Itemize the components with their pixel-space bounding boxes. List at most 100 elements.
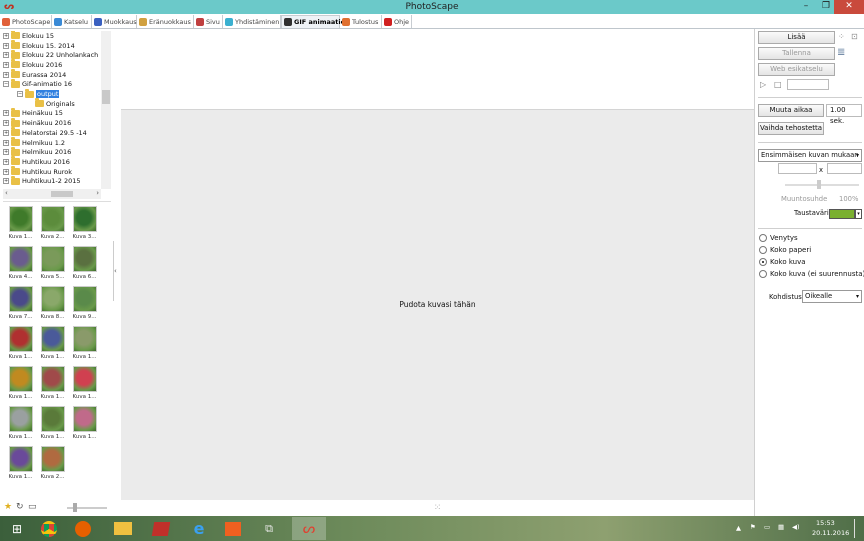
ratio-slider[interactable]	[785, 184, 859, 186]
file-explorer-icon[interactable]	[108, 517, 138, 540]
tree-horizontal-scrollbar[interactable]: ‹ ›	[3, 189, 101, 199]
photo-thumbnail[interactable]: Kuva 1...	[5, 446, 36, 486]
color-dropdown-icon[interactable]: ▾	[855, 209, 862, 219]
internet-explorer-icon[interactable]: e	[184, 517, 214, 540]
expand-icon[interactable]: +	[3, 120, 9, 127]
tab-photoscape[interactable]: PhotoScape	[0, 15, 52, 28]
tab-katselu[interactable]: Katselu	[52, 15, 92, 28]
photo-thumbnail[interactable]: Kuva 5...	[37, 246, 68, 286]
ratio-slider-knob[interactable]	[817, 180, 821, 189]
photo-thumbnail[interactable]: Kuva 1...	[37, 366, 68, 406]
photo-thumbnail[interactable]: Kuva 1...	[5, 206, 36, 246]
tab-tulostus[interactable]: Tulostus	[340, 15, 382, 28]
list-icon[interactable]: ≣	[837, 47, 845, 58]
photo-thumbnail[interactable]: Kuva 1...	[69, 326, 100, 366]
photo-thumbnail[interactable]: Kuva 7...	[5, 286, 36, 326]
tray-up-icon[interactable]: ▲	[736, 524, 741, 532]
expand-icon[interactable]: +	[3, 168, 9, 175]
close-button[interactable]: ✕	[834, 0, 864, 14]
tree-hscroll-thumb[interactable]	[51, 191, 73, 197]
photo-thumbnail[interactable]: Kuva 2...	[37, 206, 68, 246]
start-button[interactable]: ⊞	[2, 517, 32, 540]
tab-muokkaus[interactable]: Muokkaus	[92, 15, 137, 28]
tree-item[interactable]: + Heinäkuu 15	[3, 107, 63, 119]
expand-icon[interactable]: +	[3, 129, 9, 136]
canvas-size-select[interactable]: Ensimmäisen kuvan mukaan ▾	[758, 149, 862, 162]
photoscape-app-icon[interactable]: ᔕ	[4, 2, 14, 12]
volume-icon[interactable]: ◀)	[792, 523, 800, 531]
delete-icon[interactable]: ⊡	[851, 32, 858, 41]
photo-thumbnail[interactable]: Kuva 8...	[37, 286, 68, 326]
minimize-button[interactable]: –	[796, 0, 816, 14]
clock-time[interactable]: 15:53	[816, 519, 835, 527]
photo-thumbnail[interactable]: Kuva 1...	[37, 406, 68, 446]
radio-dot[interactable]	[759, 270, 767, 278]
tab-gif-animaatio[interactable]: GIF animaatio	[281, 15, 345, 28]
tree-item[interactable]: + Huhtikuu1-2 2015	[3, 175, 81, 187]
play-icon[interactable]: ▷	[760, 80, 766, 89]
slider-knob[interactable]	[73, 503, 77, 512]
photo-thumbnail[interactable]: Kuva 1...	[69, 366, 100, 406]
tree-item[interactable]: + Helmikuu 1.2	[3, 137, 65, 148]
clock-date[interactable]: 20.11.2016	[812, 529, 849, 537]
photo-thumbnail[interactable]: Kuva 1...	[5, 326, 36, 366]
flag-icon[interactable]: ⚑	[750, 523, 756, 531]
tree-item[interactable]: + Elokuu 15. 2014	[3, 40, 75, 51]
photos-icon[interactable]: ⧉	[254, 517, 284, 540]
fit-mode-radio[interactable]: Koko kuva (ei suurennusta)	[759, 270, 864, 278]
network-icon[interactable]: ▦	[778, 523, 784, 531]
expand-icon[interactable]: +	[3, 139, 9, 146]
stop-icon[interactable]: □	[774, 80, 782, 89]
photo-thumbnail[interactable]: Kuva 9...	[69, 286, 100, 326]
background-color-swatch[interactable]	[829, 209, 855, 219]
time-value-field[interactable]: 1.00 sek.	[826, 104, 862, 125]
fit-mode-radio[interactable]: Venytys	[759, 234, 798, 242]
add-button[interactable]: Lisää	[758, 31, 835, 44]
folder-icon[interactable]: ▭	[28, 502, 37, 512]
tab-yhdistäminen[interactable]: Yhdistäminen	[223, 15, 281, 28]
expand-icon[interactable]: +	[3, 61, 9, 68]
fit-mode-radio[interactable]: Koko kuva	[759, 258, 806, 266]
radio-dot[interactable]	[759, 258, 767, 266]
star-icon[interactable]: ★	[4, 502, 12, 512]
radio-dot[interactable]	[759, 246, 767, 254]
web-preview-button[interactable]: Web esikatselu	[758, 63, 835, 76]
photo-thumbnail[interactable]: Kuva 3...	[69, 206, 100, 246]
expand-icon[interactable]: +	[3, 32, 9, 39]
expand-icon[interactable]: +	[3, 158, 9, 165]
alignment-select[interactable]: Oikealle ▾	[802, 290, 862, 303]
expand-icon[interactable]: +	[3, 52, 9, 59]
photo-thumbnail[interactable]: Kuva 2...	[37, 446, 68, 486]
rotate-icon[interactable]: ↻	[16, 502, 24, 512]
tree-scroll-thumb[interactable]	[102, 90, 110, 104]
expand-icon[interactable]: +	[3, 110, 9, 117]
photo-thumbnail[interactable]: Kuva 6...	[69, 246, 100, 286]
collapse-icon[interactable]: −	[3, 81, 9, 88]
frame-counter-field[interactable]	[787, 79, 829, 90]
media-player-icon[interactable]	[218, 517, 248, 540]
tree-item[interactable]: + Elokuu 22 Unholankach	[3, 49, 98, 60]
drop-zone[interactable]: Pudota kuvasi tähän	[121, 109, 754, 500]
save-button[interactable]: Tallenna	[758, 47, 835, 60]
expand-icon[interactable]: +	[3, 71, 9, 78]
width-field[interactable]	[778, 163, 817, 174]
photo-thumbnail[interactable]: Kuva 1...	[5, 406, 36, 446]
fit-mode-radio[interactable]: Koko paperi	[759, 246, 811, 254]
change-time-button[interactable]: Muuta aikaa	[758, 104, 824, 117]
tree-vertical-scrollbar[interactable]	[101, 31, 111, 189]
collapse-panel-handle[interactable]: ‹	[113, 241, 119, 301]
photoscape-taskbar-icon[interactable]: ᔕ	[292, 517, 326, 540]
firefox-icon[interactable]	[68, 517, 98, 540]
tree-item[interactable]: − Gif-animatio 16	[3, 78, 72, 90]
photo-thumbnail[interactable]: Kuva 1...	[5, 366, 36, 406]
chrome-icon[interactable]	[34, 517, 64, 540]
grid-view-icon[interactable]: ⁘	[838, 32, 845, 41]
photo-thumbnail[interactable]: Kuva 1...	[69, 406, 100, 446]
height-field[interactable]	[827, 163, 862, 174]
scroll-left-icon[interactable]: ‹	[5, 189, 8, 197]
tab-eränuokkaus[interactable]: Eränuokkaus	[137, 15, 194, 28]
tab-sivu[interactable]: Sivu	[194, 15, 223, 28]
expand-icon[interactable]: +	[3, 42, 9, 49]
photo-thumbnail[interactable]: Kuva 1...	[37, 326, 68, 366]
expand-icon[interactable]: +	[3, 178, 9, 185]
